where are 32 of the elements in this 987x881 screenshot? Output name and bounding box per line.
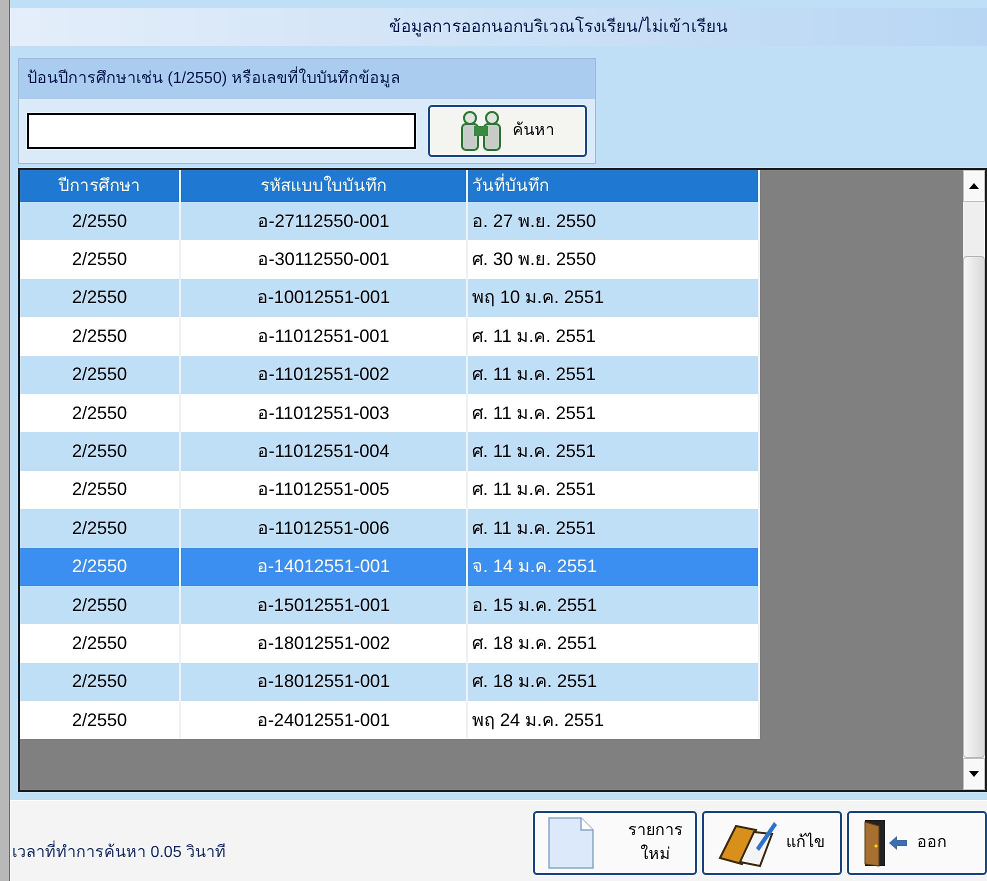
table-row[interactable]: 2/2550 อ-11012551-001 ศ. 11 ม.ค. 2551 — [20, 317, 760, 356]
column-header[interactable]: รหัสแบบใบบันทึก — [181, 170, 468, 202]
table-row[interactable]: 2/2550 อ-11012551-006 ศ. 11 ม.ค. 2551 — [20, 509, 760, 548]
new-item-button[interactable]: รายการ ใหม่ — [533, 811, 697, 875]
search-field[interactable] — [27, 113, 416, 149]
table-row[interactable]: 2/2550 อ-30112550-001 ศ. 30 พ.ย. 2550 — [20, 240, 760, 279]
scroll-thumb[interactable] — [963, 256, 985, 758]
table-cell: พฤ 24 ม.ค. 2551 — [468, 701, 760, 740]
exit-button[interactable]: ออก — [847, 811, 987, 875]
table-row[interactable]: 2/2550 อ-10012551-001 พฤ 10 ม.ค. 2551 — [20, 278, 760, 318]
table-row[interactable]: 2/2550 อ-27112550-001 อ. 27 พ.ย. 2550 — [20, 202, 760, 240]
table-row[interactable]: 2/2550 อ-18012551-002 ศ. 18 ม.ค. 2551 — [20, 624, 760, 663]
edit-button[interactable]: แก้ไข — [702, 811, 842, 875]
column-header[interactable]: วันที่บันทึก — [468, 170, 760, 202]
column-header[interactable]: ปีการศึกษา — [20, 170, 181, 202]
scroll-up-icon[interactable] — [963, 170, 985, 202]
scrollbar[interactable] — [963, 170, 985, 790]
search-label: ป้อนปีการศึกษาเช่น (1/2550) หรือเลขที่ใบบันทึกข้อมูล — [19, 59, 595, 99]
search-button[interactable]: ค้นหา — [428, 105, 587, 157]
table-cell: อ-24012551-001 — [181, 701, 468, 740]
window-title: ข้อมูลการออกนอกบริเวณโรงเรียน/ไม่เข้าเรียน — [10, 8, 987, 46]
table-row[interactable]: 2/2550 อ-15012551-001 อ. 15 ม.ค. 2551 — [20, 586, 760, 624]
table-row[interactable]: 2/2550 อ-18012551-001 ศ. 18 ม.ค. 2551 — [20, 662, 760, 702]
table-cell: 2/2550 — [20, 701, 181, 740]
status-text: เวลาที่ทำการค้นหา 0.05 วินาที — [10, 841, 533, 875]
table-row[interactable]: 2/2550 อ-11012551-002 ศ. 11 ม.ค. 2551 — [20, 356, 760, 394]
table-row[interactable]: 2/2550 อ-11012551-003 ศ. 11 ม.ค. 2551 — [20, 394, 760, 432]
document-icon — [547, 816, 595, 870]
table-row[interactable]: 2/2550 อ-24012551-001 พฤ 24 ม.ค. 2551 — [20, 701, 760, 740]
table-row[interactable]: 2/2550 อ-11012551-004 ศ. 11 ม.ค. 2551 — [20, 432, 760, 471]
scroll-down-icon[interactable] — [963, 758, 985, 790]
table-row[interactable]: 2/2550 อ-11012551-005 ศ. 11 ม.ค. 2551 — [20, 470, 760, 510]
